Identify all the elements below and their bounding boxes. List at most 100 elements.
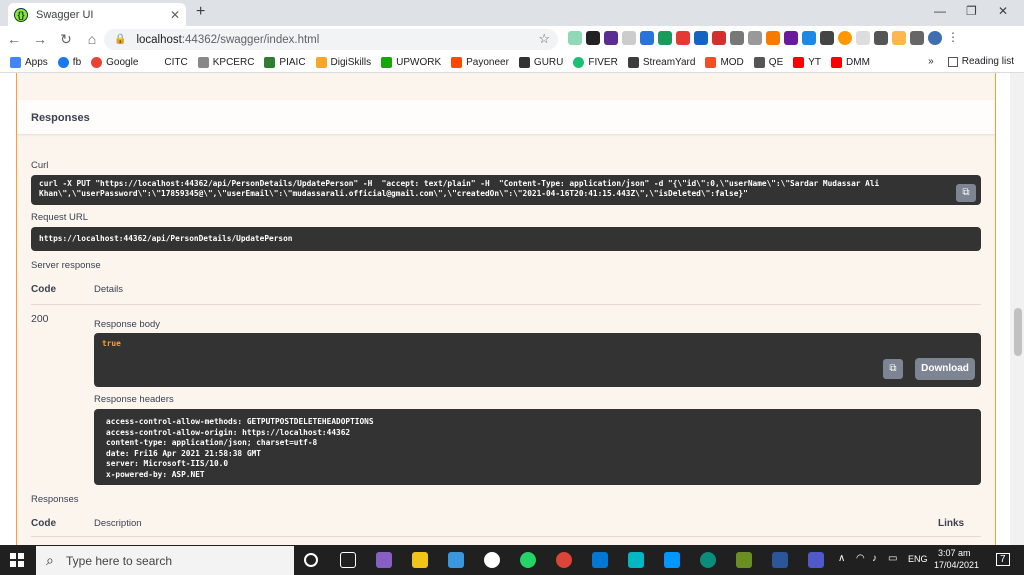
- download-button[interactable]: Download: [915, 358, 975, 380]
- curl-command: curl -X PUT "https://localhost:44362/api…: [31, 175, 981, 205]
- response-body-label: Response body: [94, 319, 161, 330]
- mail-icon[interactable]: [592, 552, 608, 568]
- extension-icon[interactable]: [730, 31, 744, 45]
- restore-icon[interactable]: ❐: [966, 4, 977, 18]
- extension-icon[interactable]: [838, 31, 852, 45]
- notifications-icon[interactable]: 7: [996, 553, 1010, 566]
- responses-section-header: Responses: [17, 100, 995, 134]
- bookmark-google[interactable]: Google: [91, 56, 138, 68]
- app-icon[interactable]: [628, 552, 644, 568]
- url-path: :44362/swagger/index.html: [181, 33, 320, 46]
- extension-icon[interactable]: [604, 31, 618, 45]
- copy-curl-button[interactable]: ⧉: [956, 184, 976, 202]
- extension-icon[interactable]: [694, 31, 708, 45]
- swagger-favicon-icon: {}: [14, 7, 28, 22]
- chrome-icon[interactable]: [556, 552, 572, 568]
- app-icon[interactable]: [736, 552, 752, 568]
- extensions: ⋮: [568, 31, 960, 45]
- clock-date[interactable]: 17/04/2021: [934, 560, 979, 570]
- lock-icon: 🔒: [114, 34, 127, 45]
- bookmark-guru[interactable]: GURU: [518, 56, 563, 68]
- divider: [31, 536, 981, 537]
- extension-icon[interactable]: [658, 31, 672, 45]
- close-tab-icon[interactable]: ✕: [170, 8, 180, 22]
- close-window-icon[interactable]: ✕: [998, 4, 1008, 18]
- bookmark-digiskills[interactable]: DigiSkills: [315, 56, 371, 68]
- visual-studio-icon[interactable]: [376, 552, 392, 568]
- bookmark-mod[interactable]: MOD: [705, 56, 744, 68]
- bookmark-piaic[interactable]: PIAIC: [264, 56, 306, 68]
- app-icon[interactable]: [484, 552, 500, 568]
- bookmark-kpcerc[interactable]: KPCERC: [197, 56, 254, 68]
- bookmark-apps[interactable]: Apps: [10, 56, 48, 68]
- bookmark-fb[interactable]: fb: [57, 56, 81, 68]
- bookmark-citc[interactable]: CITC: [164, 57, 187, 68]
- reading-list[interactable]: » Reading list: [928, 56, 1014, 67]
- extension-icon[interactable]: [820, 31, 834, 45]
- file-explorer-icon[interactable]: [412, 552, 428, 568]
- whatsapp-icon[interactable]: [520, 552, 536, 568]
- clock-time[interactable]: 3:07 am: [938, 548, 971, 558]
- app-icon[interactable]: [448, 552, 464, 568]
- extension-icon[interactable]: [586, 31, 600, 45]
- avatar[interactable]: [928, 31, 942, 45]
- language-indicator[interactable]: ENG: [908, 554, 928, 564]
- network-icon[interactable]: ◠: [856, 553, 865, 564]
- edge-icon[interactable]: [700, 552, 716, 568]
- scrollbar-thumb[interactable]: [1014, 308, 1022, 356]
- address-bar[interactable]: 🔒 localhost:44362/swagger/index.html ☆: [104, 29, 558, 50]
- code-header: Code: [31, 518, 56, 529]
- copy-response-button[interactable]: ⧉: [883, 359, 903, 379]
- divider: [31, 304, 981, 305]
- tab-strip: {} Swagger UI ✕ + — ❐ ✕: [0, 0, 1024, 26]
- bookmark-qe[interactable]: QE: [753, 56, 783, 68]
- extension-icon[interactable]: [676, 31, 690, 45]
- task-view-icon[interactable]: [340, 552, 356, 568]
- taskbar-search[interactable]: ⌕ Type here to search: [36, 546, 294, 575]
- menu-icon[interactable]: ⋮: [946, 31, 960, 45]
- reload-icon[interactable]: ↻: [54, 31, 78, 48]
- cortana-icon[interactable]: [304, 553, 318, 567]
- toolbar: ← → ↻ ⌂ 🔒 localhost:44362/swagger/index.…: [0, 26, 1024, 52]
- word-icon[interactable]: [772, 552, 788, 568]
- windows-start-icon[interactable]: [10, 553, 24, 567]
- extension-icon[interactable]: [622, 31, 636, 45]
- more-bookmarks-icon[interactable]: »: [928, 56, 934, 67]
- bookmark-star-icon[interactable]: ☆: [538, 31, 550, 47]
- puzzle-icon[interactable]: [910, 31, 924, 45]
- search-icon: ⌕: [46, 552, 54, 568]
- extension-icon[interactable]: [856, 31, 870, 45]
- extension-icon[interactable]: [568, 31, 582, 45]
- new-tab-icon[interactable]: +: [196, 3, 205, 21]
- tray-chevron-icon[interactable]: ∧: [838, 553, 845, 564]
- request-url-label: Request URL: [31, 212, 89, 223]
- extension-icon[interactable]: [784, 31, 798, 45]
- request-url: https://localhost:44362/api/PersonDetail…: [31, 227, 981, 251]
- server-response-label: Server response: [31, 260, 101, 271]
- bookmark-dmm[interactable]: DMM: [831, 56, 870, 68]
- extension-icon[interactable]: [892, 31, 906, 45]
- vscode-icon[interactable]: [664, 552, 680, 568]
- bookmark-fiver[interactable]: FIVER: [573, 56, 618, 68]
- extension-icon[interactable]: [640, 31, 654, 45]
- minimize-icon[interactable]: —: [934, 4, 946, 18]
- extension-icon[interactable]: [712, 31, 726, 45]
- home-icon[interactable]: ⌂: [80, 31, 104, 47]
- teams-icon[interactable]: [808, 552, 824, 568]
- extension-icon[interactable]: [874, 31, 888, 45]
- tab-title: Swagger UI: [36, 8, 94, 21]
- extension-icon[interactable]: [748, 31, 762, 45]
- forward-icon[interactable]: →: [28, 31, 52, 47]
- extension-icon[interactable]: [802, 31, 816, 45]
- bookmark-payoneer[interactable]: Payoneer: [451, 56, 509, 68]
- bookmark-upwork[interactable]: UPWORK: [381, 56, 441, 68]
- extension-icon[interactable]: [766, 31, 780, 45]
- browser-tab[interactable]: {} Swagger UI ✕: [8, 3, 186, 26]
- response-headers: access-control-allow-methods: GETPUTPOST…: [94, 409, 981, 485]
- bookmark-streamyard[interactable]: StreamYard: [627, 56, 695, 68]
- links-header: Links: [938, 518, 965, 529]
- back-icon[interactable]: ←: [2, 31, 26, 47]
- bookmark-yt[interactable]: YT: [793, 56, 821, 68]
- battery-icon[interactable]: ▭: [888, 553, 897, 564]
- volume-icon[interactable]: ♪: [872, 553, 877, 564]
